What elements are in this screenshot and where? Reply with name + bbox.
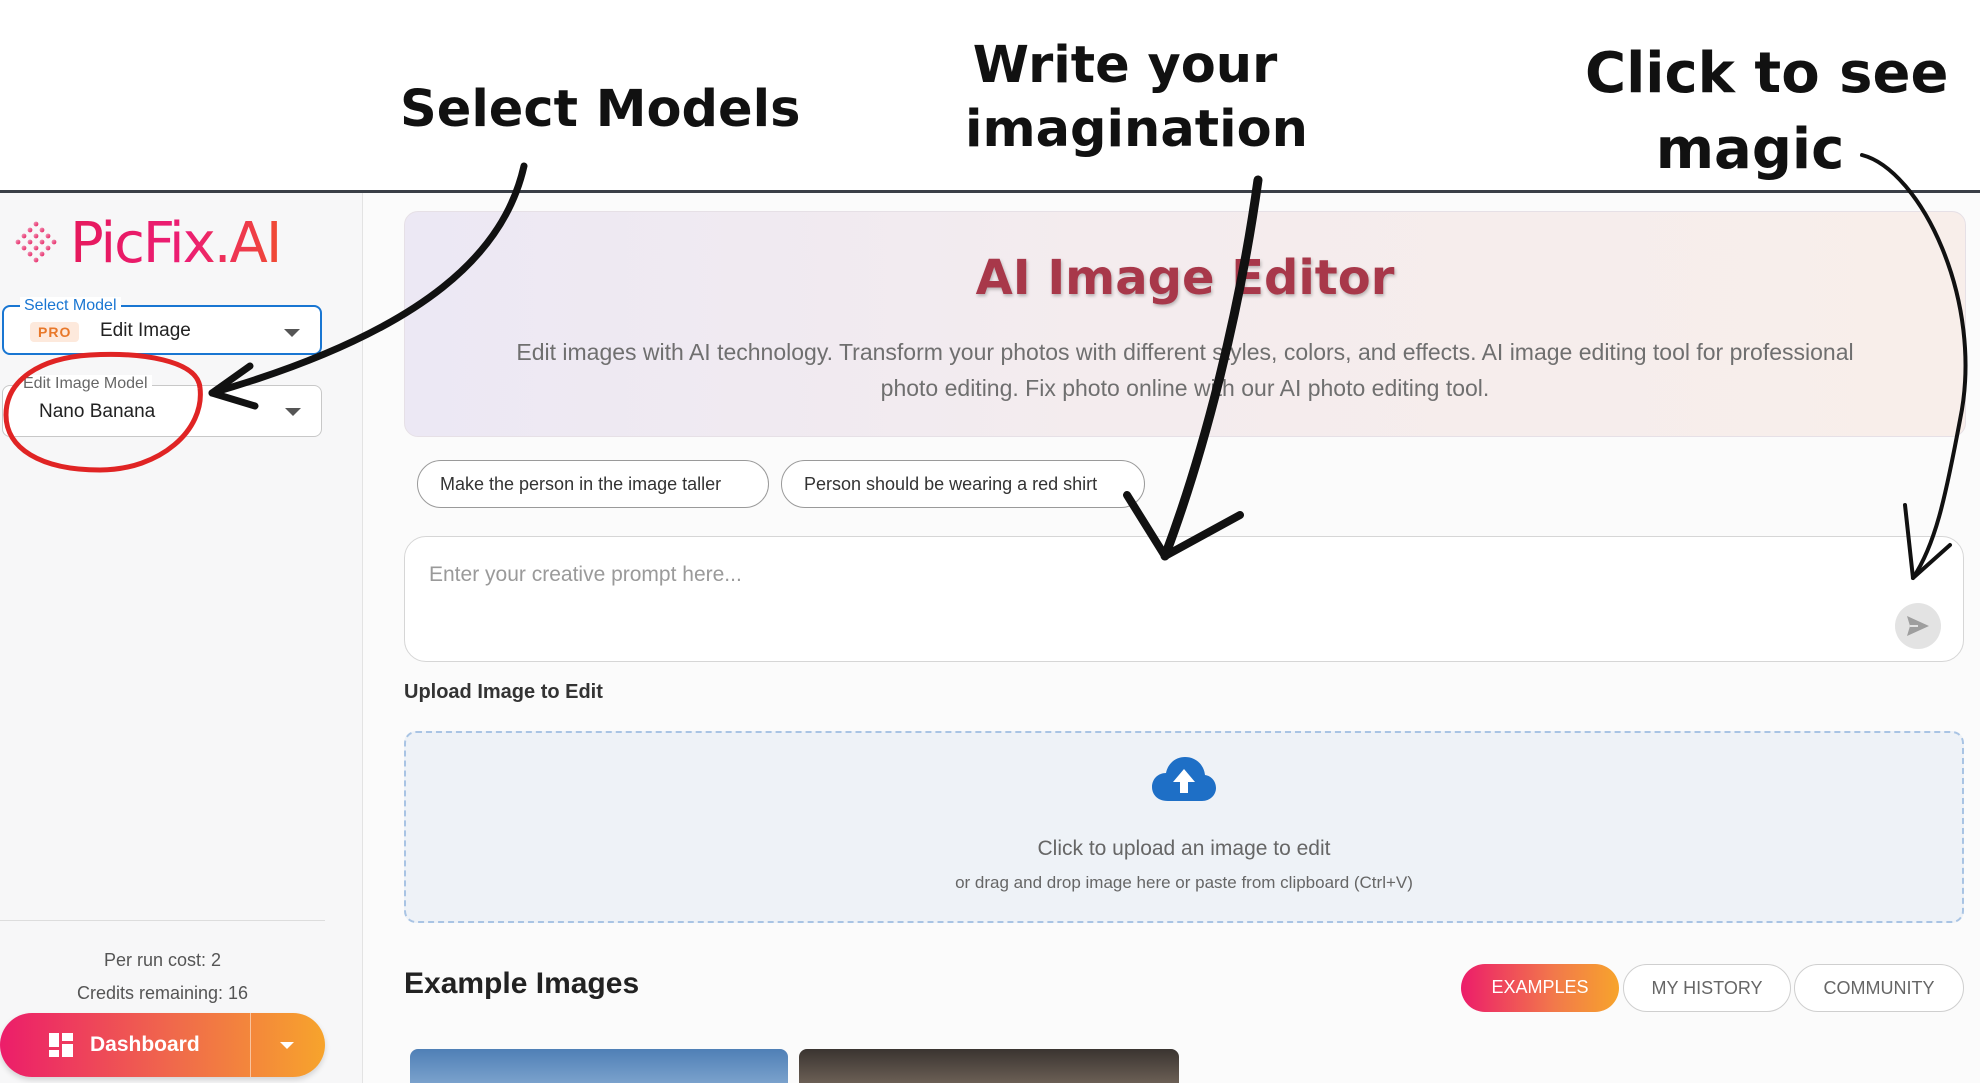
select-model-value: Edit Image — [100, 320, 191, 341]
page-subtitle: Edit images with AI technology. Transfor… — [516, 339, 1854, 401]
example-image-thumbnail[interactable] — [799, 1049, 1179, 1083]
annotation-imagination-line2: imagination — [965, 99, 1308, 159]
page-title: AI Image Editor — [975, 250, 1395, 306]
prompt-input[interactable] — [427, 559, 1831, 591]
annotation-select-models: Select Models — [400, 80, 801, 139]
image-model-label: Edit Image Model — [19, 375, 152, 393]
chevron-down-icon[interactable] — [280, 1042, 294, 1049]
caret-down-icon — [284, 329, 300, 337]
sidebar: PicFix.AI Select Model PRO Edit Image Ed… — [0, 193, 363, 1083]
annotation-write-imagination: Write your imagination — [965, 34, 1308, 162]
prompt-container — [404, 536, 1964, 662]
brand-logo[interactable]: PicFix.AI — [8, 211, 282, 276]
tab-examples[interactable]: EXAMPLES — [1461, 964, 1619, 1012]
examples-heading: Example Images — [404, 967, 640, 1000]
annotation-magic-line1: Click to see — [1585, 41, 1949, 106]
tab-community[interactable]: COMMUNITY — [1794, 964, 1964, 1012]
example-image-thumbnail[interactable] — [410, 1049, 788, 1083]
annotation-click-magic: Click to see magic — [1585, 36, 1949, 187]
cloud-upload-icon — [1152, 757, 1216, 801]
suggestion-chip[interactable]: Person should be wearing a red shirt — [781, 460, 1145, 508]
image-model-dropdown[interactable]: Edit Image Model Nano Banana — [2, 375, 322, 437]
pro-badge: PRO — [30, 322, 80, 342]
hero-banner: AI Image Editor Edit images with AI tech… — [404, 211, 1966, 437]
brand-name: PicFix.AI — [70, 211, 282, 276]
dashboard-button[interactable]: Dashboard — [0, 1013, 325, 1077]
sidebar-divider — [0, 920, 325, 921]
suggestion-chip[interactable]: Make the person in the image taller — [417, 460, 769, 508]
select-model-label: Select Model — [20, 297, 121, 315]
per-run-cost: Per run cost: 2 — [103, 950, 222, 970]
caret-down-icon — [285, 408, 301, 416]
credits-remaining: Credits remaining: 16 — [76, 983, 249, 1003]
upload-sub-text: or drag and drop image here or paste fro… — [955, 873, 1413, 892]
upload-section-label: Upload Image to Edit — [404, 681, 603, 703]
annotation-imagination-line1: Write your — [972, 36, 1278, 95]
dashboard-grid-icon — [49, 1033, 73, 1057]
dashboard-split-divider — [250, 1013, 251, 1077]
upload-dropzone[interactable]: Click to upload an image to edit or drag… — [404, 731, 1964, 923]
image-model-value: Nano Banana — [39, 401, 156, 422]
dashboard-label: Dashboard — [90, 1033, 200, 1056]
annotation-magic-line2: magic — [1655, 116, 1845, 182]
app-window: PicFix.AI Select Model PRO Edit Image Ed… — [0, 190, 1980, 1083]
upload-main-text: Click to upload an image to edit — [1037, 837, 1331, 860]
send-button[interactable] — [1895, 603, 1941, 649]
diamond-logo-icon — [15, 221, 57, 262]
tab-my-history[interactable]: MY HISTORY — [1623, 964, 1791, 1012]
select-model-dropdown[interactable]: Select Model PRO Edit Image — [2, 297, 322, 355]
send-icon — [1907, 616, 1929, 636]
